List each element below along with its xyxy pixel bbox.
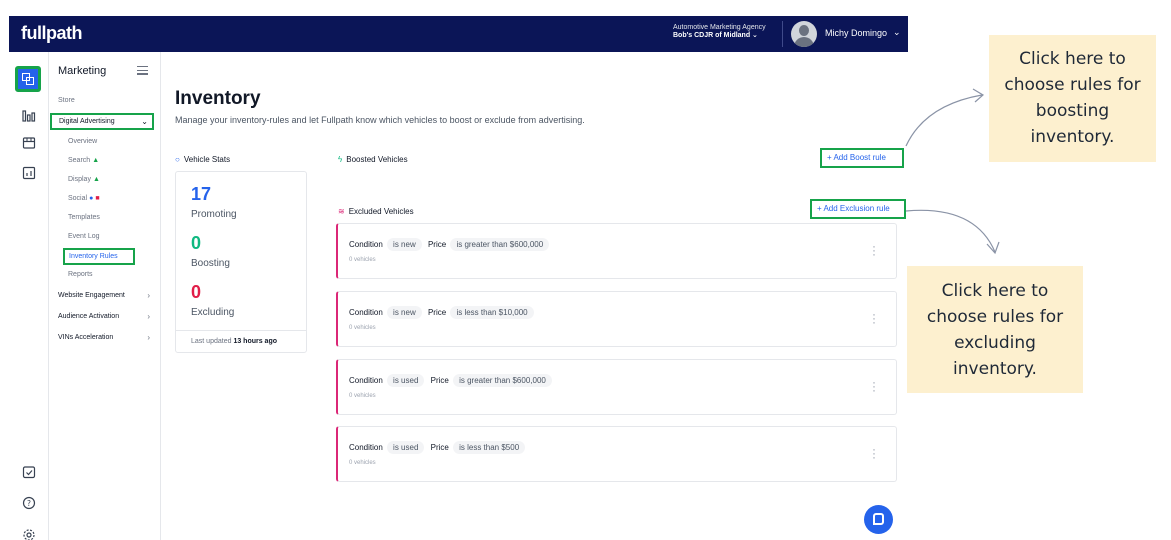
boost-callout: Click here to choose rules for boosting …	[989, 35, 1156, 162]
callout-line: boosting	[1035, 101, 1110, 121]
callout-line: choose rules for	[926, 307, 1064, 327]
exclusion-callout: Click here to choose rules for excluding…	[907, 266, 1083, 393]
callout-line: choose rules for	[1004, 75, 1141, 95]
callout-line: Click here to	[941, 281, 1049, 301]
callout-line: inventory.	[1030, 127, 1115, 147]
arrow-to-exclusion	[905, 209, 996, 253]
callout-line: inventory.	[953, 359, 1037, 379]
callout-line: Click here to	[1019, 49, 1126, 69]
callout-line: excluding	[954, 333, 1036, 353]
arrow-to-boost	[905, 94, 983, 147]
